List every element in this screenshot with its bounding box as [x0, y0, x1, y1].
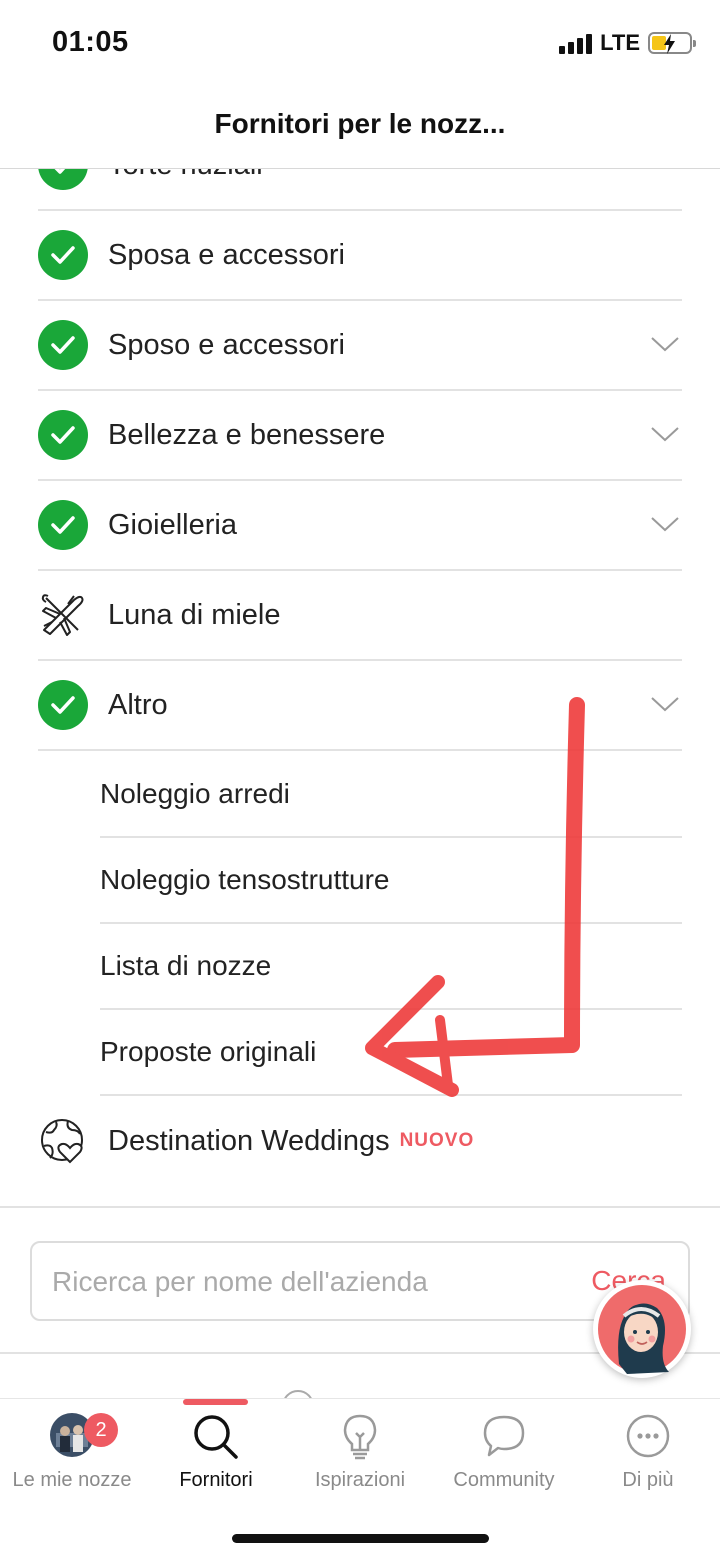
subcategory-label: Noleggio arredi — [100, 778, 290, 809]
category-label: Bellezza e benessere — [108, 418, 386, 451]
home-indicator — [232, 1534, 489, 1543]
tab-community[interactable]: Community — [432, 1399, 576, 1509]
page-title: Fornitori per le nozz... — [214, 108, 506, 139]
network-label: LTE — [600, 30, 640, 55]
category-label: Altro — [108, 688, 168, 721]
chevron-down-icon[interactable] — [650, 695, 680, 713]
tab-le-mie-nozze[interactable]: 2 Le mie nozze — [0, 1399, 144, 1509]
tab-fornitori[interactable]: Fornitori — [144, 1399, 288, 1509]
signal-icon — [559, 32, 593, 54]
check-icon — [38, 169, 88, 190]
category-row-sposo[interactable]: Sposo e accessori — [38, 301, 682, 391]
tab-ispirazioni[interactable]: Ispirazioni — [288, 1399, 432, 1509]
company-search-input[interactable] — [52, 1263, 572, 1301]
chat-bubble-icon — [483, 1415, 525, 1457]
active-tab-indicator — [183, 1399, 248, 1405]
category-label: Gioielleria — [108, 508, 237, 541]
category-label: Destination Weddings — [108, 1124, 390, 1157]
section-divider — [0, 1206, 720, 1208]
check-icon — [38, 680, 88, 730]
lightbulb-icon — [343, 1414, 377, 1460]
chevron-down-icon[interactable] — [650, 335, 680, 353]
check-icon — [38, 410, 88, 460]
status-bar: 01:05 LTE — [0, 0, 720, 90]
status-indicators: LTE — [559, 30, 696, 56]
category-row-luna-di-miele[interactable]: Luna di miele — [38, 571, 682, 661]
category-list[interactable]: Torte nuziali Sposa e accessori Sposo e … — [0, 169, 720, 1205]
notification-badge: 2 — [84, 1413, 118, 1447]
company-search-box[interactable]: Cerca — [30, 1241, 690, 1321]
category-row-sposa[interactable]: Sposa e accessori — [38, 211, 682, 301]
category-label: Luna di miele — [108, 598, 281, 631]
category-label: Sposo e accessori — [108, 328, 345, 361]
subcategory-row[interactable]: Noleggio tensostrutture — [100, 838, 682, 924]
assistant-avatar-icon — [598, 1285, 686, 1374]
subcategory-label: Lista di nozze — [100, 950, 272, 981]
category-label: Sposa e accessori — [108, 238, 345, 271]
check-icon — [38, 500, 88, 550]
assistant-avatar-button[interactable] — [593, 1280, 691, 1378]
tab-label: Le mie nozze — [12, 1469, 132, 1491]
tab-di-piu[interactable]: Di più — [576, 1399, 720, 1509]
new-badge: NUOVO — [399, 1130, 475, 1151]
airplanes-icon — [41, 594, 84, 636]
subcategory-label: Noleggio tensostrutture — [100, 864, 390, 895]
tab-label: Di più — [622, 1469, 674, 1491]
globe-heart-icon — [41, 1119, 83, 1164]
subcategory-row[interactable]: Noleggio arredi — [100, 752, 682, 838]
battery-icon — [648, 32, 696, 54]
category-label: Torte nuziali — [108, 169, 263, 182]
category-row-torte-nuziali[interactable]: Torte nuziali — [38, 169, 682, 211]
check-icon — [38, 230, 88, 280]
subcategory-row[interactable]: Lista di nozze — [100, 924, 682, 1010]
category-row-bellezza[interactable]: Bellezza e benessere — [38, 391, 682, 481]
status-time: 01:05 — [52, 26, 129, 58]
category-row-gioielleria[interactable]: Gioielleria — [38, 481, 682, 571]
tab-label: Fornitori — [179, 1469, 253, 1491]
chevron-down-icon[interactable] — [650, 425, 680, 443]
search-icon — [194, 1415, 238, 1459]
subcategory-label: Proposte originali — [100, 1036, 317, 1067]
category-row-altro[interactable]: Altro — [38, 661, 682, 751]
more-dots-icon — [626, 1414, 670, 1458]
tab-label: Community — [453, 1469, 555, 1491]
tab-label: Ispirazioni — [314, 1469, 406, 1491]
subcategory-row[interactable]: Proposte originali — [100, 1010, 682, 1096]
chevron-down-icon[interactable] — [650, 515, 680, 533]
category-row-destination-weddings[interactable]: Destination Weddings NUOVO — [38, 1096, 682, 1186]
check-icon — [38, 320, 88, 370]
